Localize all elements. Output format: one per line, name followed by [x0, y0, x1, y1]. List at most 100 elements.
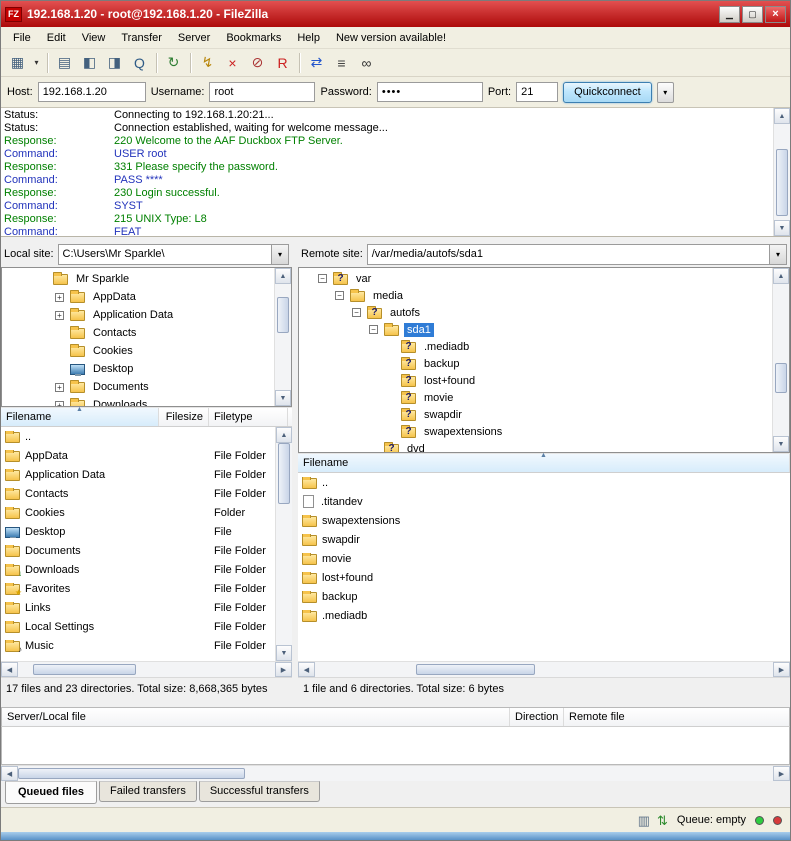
scrollbar-track[interactable]: [276, 443, 292, 645]
tree-item-sda1[interactable]: −sda1: [299, 321, 772, 338]
scroll-left-icon[interactable]: ◀: [1, 766, 18, 781]
file-row-swapdir[interactable]: swapdir: [298, 530, 790, 549]
file-row-downloads[interactable]: ↓DownloadsFile Folder: [1, 560, 275, 579]
sync-browsing-button[interactable]: ≡: [329, 52, 354, 74]
menu-item-file[interactable]: File: [5, 29, 39, 47]
compare-directories-button[interactable]: ⇄: [304, 52, 329, 74]
queue-hscrollbar[interactable]: ◀▶: [1, 765, 790, 781]
remote-site-combo[interactable]: /var/media/autofs/sda1 ▾: [367, 244, 787, 265]
scroll-up-icon[interactable]: ▲: [773, 268, 789, 284]
tree-item-media[interactable]: −media: [299, 287, 772, 304]
scroll-right-icon[interactable]: ▶: [773, 662, 790, 677]
expand-icon[interactable]: +: [55, 293, 64, 302]
remote-site-dropdown[interactable]: ▾: [769, 245, 786, 264]
file-row-desktop[interactable]: DesktopFile: [1, 522, 275, 541]
file-row-contacts[interactable]: ContactsFile Folder: [1, 484, 275, 503]
column-header-filetype[interactable]: Filetype: [209, 408, 288, 426]
menu-item-view[interactable]: View: [74, 29, 114, 47]
site-manager-button[interactable]: ▦: [5, 52, 30, 74]
port-input[interactable]: [516, 82, 558, 102]
toggle-remote-tree-button[interactable]: ◨: [102, 52, 127, 74]
scroll-down-icon[interactable]: ▼: [773, 436, 789, 452]
message-log-scrollbar[interactable]: ▲▼: [773, 108, 790, 236]
close-button[interactable]: ×: [765, 6, 786, 23]
menu-item-help[interactable]: Help: [289, 29, 328, 47]
tree-item-dvd[interactable]: ?dvd: [299, 440, 772, 452]
local-list-hscrollbar[interactable]: ◀▶: [1, 661, 292, 677]
minimize-button[interactable]: ▁: [719, 6, 740, 23]
tree-item-contacts[interactable]: Contacts: [2, 324, 274, 342]
scrollbar-track[interactable]: [774, 124, 790, 220]
menu-item-new-version-available[interactable]: New version available!: [328, 29, 454, 47]
scroll-left-icon[interactable]: ◀: [298, 662, 315, 677]
scroll-up-icon[interactable]: ▲: [276, 427, 292, 443]
file-row-appdata[interactable]: AppDataFile Folder: [1, 446, 275, 465]
tree-item-autofs[interactable]: −?autofs: [299, 304, 772, 321]
cancel-button[interactable]: ×: [220, 52, 245, 74]
scroll-down-icon[interactable]: ▼: [774, 220, 790, 236]
scroll-right-icon[interactable]: ▶: [275, 662, 292, 677]
tree-item-var[interactable]: −?var: [299, 270, 772, 287]
tab-successful-transfers[interactable]: Successful transfers: [199, 781, 320, 802]
tree-item-desktop[interactable]: Desktop: [2, 360, 274, 378]
scroll-right-icon[interactable]: ▶: [773, 766, 790, 781]
file-row-favorites[interactable]: ★FavoritesFile Folder: [1, 579, 275, 598]
tree-item-movie[interactable]: ?movie: [299, 389, 772, 406]
disconnect-button[interactable]: ⊘: [245, 52, 270, 74]
scrollbar-thumb[interactable]: [33, 664, 136, 675]
column-header-filename[interactable]: Filename▲: [298, 454, 790, 472]
quickconnect-button[interactable]: Quickconnect: [563, 82, 652, 103]
scrollbar-track[interactable]: [275, 284, 291, 390]
tab-failed-transfers[interactable]: Failed transfers: [99, 781, 197, 802]
scrollbar-track[interactable]: [773, 284, 789, 436]
expand-icon[interactable]: +: [55, 383, 64, 392]
file-row-mediadb[interactable]: .mediadb: [298, 606, 790, 625]
file-row-movie[interactable]: movie: [298, 549, 790, 568]
scrollbar-track[interactable]: [315, 662, 773, 677]
local-site-dropdown[interactable]: ▾: [271, 245, 288, 264]
tree-item-documents[interactable]: +Documents: [2, 378, 274, 396]
scrollbar-thumb[interactable]: [277, 297, 289, 333]
remote-list-hscrollbar[interactable]: ◀▶: [298, 661, 790, 677]
scrollbar-track[interactable]: [18, 662, 275, 677]
collapse-icon[interactable]: −: [318, 274, 327, 283]
collapse-icon[interactable]: −: [369, 325, 378, 334]
server-type-icon[interactable]: ▥: [638, 814, 650, 827]
username-input[interactable]: [209, 82, 315, 102]
column-header-filename[interactable]: Filename▲: [1, 408, 159, 426]
tree-item-cookies[interactable]: Cookies: [2, 342, 274, 360]
file-row-lost-found[interactable]: lost+found: [298, 568, 790, 587]
collapse-icon[interactable]: −: [352, 308, 361, 317]
local-tree-scrollbar[interactable]: ▲▼: [274, 268, 291, 406]
menu-item-edit[interactable]: Edit: [39, 29, 74, 47]
host-input[interactable]: [38, 82, 146, 102]
column-header-filesize[interactable]: Filesize: [159, 408, 209, 426]
app-icon[interactable]: FZ: [5, 7, 22, 22]
scrollbar-track[interactable]: [18, 766, 773, 781]
find-files-button[interactable]: ∞: [354, 52, 379, 74]
expand-icon[interactable]: +: [55, 401, 64, 407]
toggle-queue-button[interactable]: Q: [127, 52, 152, 74]
file-row-titandev[interactable]: .titandev: [298, 492, 790, 511]
menu-item-transfer[interactable]: Transfer: [113, 29, 170, 47]
expand-icon[interactable]: +: [55, 311, 64, 320]
queue-splitter[interactable]: [1, 699, 790, 707]
file-row-item[interactable]: ..: [1, 427, 275, 446]
file-row-item[interactable]: ..: [298, 473, 790, 492]
tree-item-lost-found[interactable]: ?lost+found: [299, 372, 772, 389]
speed-limits-icon[interactable]: ⇅: [657, 814, 668, 827]
tree-item-mediadb[interactable]: ?.mediadb: [299, 338, 772, 355]
tree-item-backup[interactable]: ?backup: [299, 355, 772, 372]
scrollbar-thumb[interactable]: [416, 664, 535, 675]
tree-item-application-data[interactable]: +Application Data: [2, 306, 274, 324]
tab-queued-files[interactable]: Queued files: [5, 781, 97, 804]
file-row-cookies[interactable]: CookiesFolder: [1, 503, 275, 522]
reconnect-button[interactable]: R: [270, 52, 295, 74]
maximize-button[interactable]: ▢: [742, 6, 763, 23]
file-row-swapextensions[interactable]: swapextensions: [298, 511, 790, 530]
tree-item-swapextensions[interactable]: ?swapextensions: [299, 423, 772, 440]
tree-item-appdata[interactable]: +AppData: [2, 288, 274, 306]
transfer-queue-list[interactable]: [1, 727, 790, 765]
file-row-backup[interactable]: backup: [298, 587, 790, 606]
site-manager-dropdown[interactable]: ▾: [30, 52, 43, 74]
